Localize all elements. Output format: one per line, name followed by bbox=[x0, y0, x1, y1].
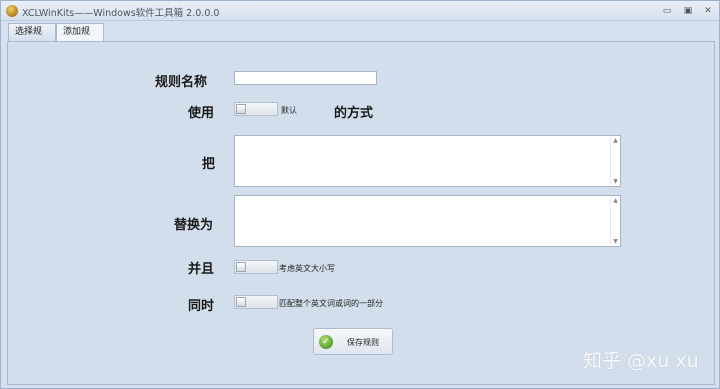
replace-to-textarea[interactable]: ▲ ▼ bbox=[234, 195, 621, 247]
replace-from-label: 把 bbox=[202, 157, 216, 172]
scroll-up-icon[interactable]: ▲ bbox=[611, 137, 620, 144]
save-rule-label: 保存规则 bbox=[347, 338, 379, 347]
rule-name-label: 规则名称 bbox=[155, 75, 208, 90]
tab-select-rule[interactable]: 选择规则 bbox=[8, 23, 56, 53]
rule-name-input[interactable] bbox=[234, 71, 377, 85]
and-label: 并且 bbox=[188, 262, 215, 277]
match-word-text: 匹配整个英文词或词的一部分 bbox=[279, 299, 383, 308]
scroll-down-icon[interactable]: ▼ bbox=[611, 178, 620, 185]
use-default-toggle[interactable] bbox=[234, 102, 278, 116]
replace-from-textarea[interactable]: ▲ ▼ bbox=[234, 135, 621, 187]
case-sensitive-text: 考虑英文大小写 bbox=[279, 264, 335, 273]
watermark: 知乎 @xu xu bbox=[583, 350, 699, 372]
case-sensitive-toggle[interactable] bbox=[234, 260, 278, 274]
scroll-up-icon[interactable]: ▲ bbox=[611, 197, 620, 204]
toggle-knob bbox=[236, 104, 246, 114]
match-word-toggle[interactable] bbox=[234, 295, 278, 309]
checkmark-icon: ✓ bbox=[319, 335, 333, 349]
scrollbar[interactable]: ▲ ▼ bbox=[610, 197, 619, 245]
use-label: 使用 bbox=[188, 106, 215, 121]
use-suffix-label: 的方式 bbox=[334, 106, 374, 121]
tab-add-rule[interactable]: 添加规则 bbox=[56, 23, 104, 53]
toggle-knob bbox=[236, 262, 246, 272]
title-bar: XCLWinKits——Windows软件工具箱 2.0.0.0 ▭ ▣ ✕ bbox=[1, 1, 719, 21]
scrollbar[interactable]: ▲ ▼ bbox=[610, 137, 619, 185]
maximize-icon[interactable]: ▣ bbox=[682, 5, 694, 17]
use-default-text: 默认 bbox=[281, 106, 297, 115]
close-icon[interactable]: ✕ bbox=[702, 5, 714, 17]
window-title: XCLWinKits——Windows软件工具箱 2.0.0.0 bbox=[22, 8, 220, 19]
minimize-icon[interactable]: ▭ bbox=[661, 5, 673, 17]
toggle-knob bbox=[236, 297, 246, 307]
app-window: XCLWinKits——Windows软件工具箱 2.0.0.0 ▭ ▣ ✕ 选… bbox=[0, 0, 720, 389]
save-rule-button[interactable]: ✓ 保存规则 bbox=[313, 328, 393, 355]
scroll-down-icon[interactable]: ▼ bbox=[611, 238, 620, 245]
replace-to-label: 替换为 bbox=[174, 218, 214, 233]
app-logo-icon bbox=[6, 5, 18, 17]
simultaneous-label: 同时 bbox=[188, 299, 215, 314]
